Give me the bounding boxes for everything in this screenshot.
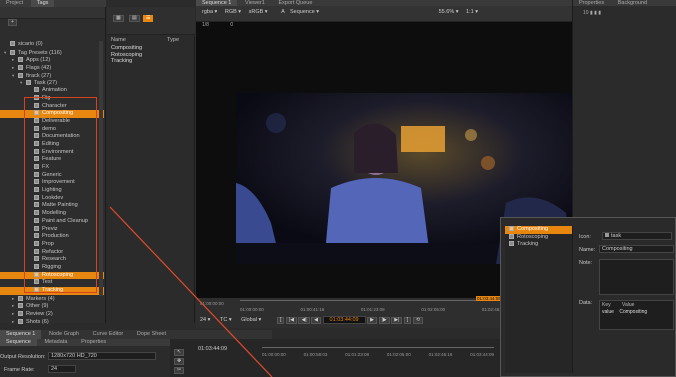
- annotation-line: [109, 206, 273, 377]
